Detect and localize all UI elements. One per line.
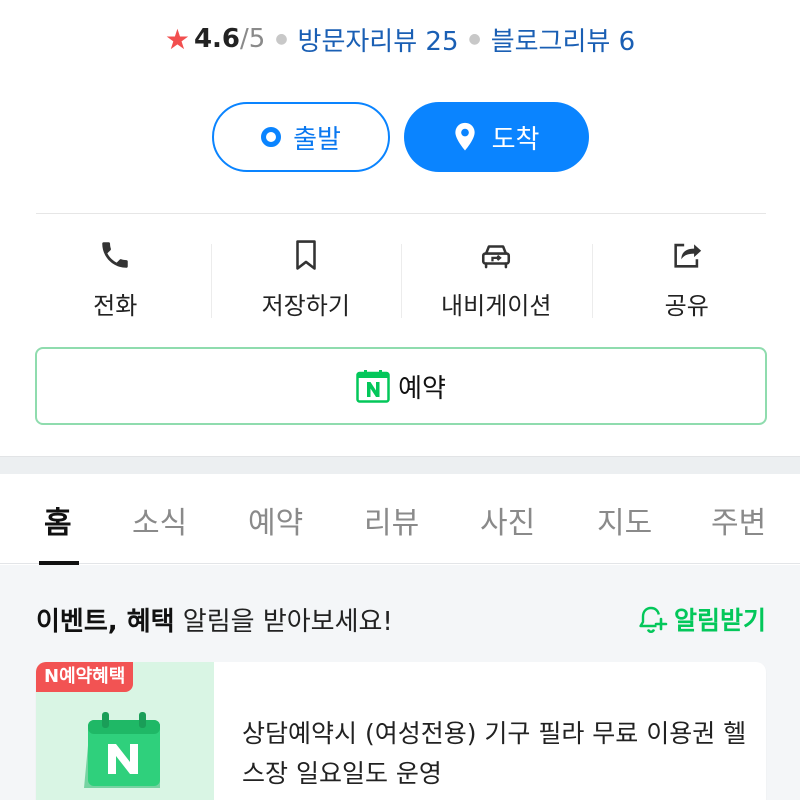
save-label: 저장하기: [261, 292, 350, 320]
start-button-label: 출발: [293, 124, 341, 155]
blog-reviews-link[interactable]: 블로그리뷰 6: [491, 21, 635, 58]
reserve-label: 예약: [398, 373, 446, 404]
navigation-label: 내비게이션: [441, 292, 552, 320]
event-section: 이벤트, 혜택 알림을 받아보세요! 알림받기 N예약혜택 상담예약시 (여성전…: [0, 565, 800, 800]
alert-text: 알림을 받아보세요!: [174, 606, 393, 637]
rating-max: /5: [240, 24, 266, 54]
location-pin-icon: [454, 123, 475, 151]
rating-score: 4.6: [193, 24, 241, 54]
rating-row: ★ 4.6 /5 ● 방문자리뷰 25 ● 블로그리뷰 6: [0, 20, 800, 58]
reserve-button[interactable]: 예약: [35, 347, 767, 425]
tab-nearby[interactable]: 주변: [711, 498, 766, 542]
tab-reservation[interactable]: 예약: [248, 498, 303, 542]
action-bar: 전화 저장하기 내비게이션 공유: [20, 228, 782, 328]
divider: [36, 213, 766, 214]
car-navigation-icon: [482, 245, 511, 269]
save-button[interactable]: 저장하기: [210, 228, 402, 328]
call-button[interactable]: 전화: [20, 228, 211, 328]
arrive-button-label: 도착: [491, 124, 540, 155]
tab-photos[interactable]: 사진: [480, 498, 535, 542]
share-icon: [674, 243, 701, 268]
event-description: 상담예약시 (여성전용) 기구 필라 무료 이용권 헬스장 일요일도 운영: [242, 719, 747, 788]
event-badge: N예약혜택: [36, 662, 134, 692]
share-button[interactable]: 공유: [591, 228, 783, 328]
separator-dot: ●: [468, 31, 481, 47]
naver-calendar-icon: [356, 370, 390, 403]
star-icon: ★: [164, 22, 190, 56]
bell-plus-icon: [639, 606, 668, 634]
tab-map[interactable]: 지도: [597, 498, 652, 542]
origin-circle-icon: [261, 127, 282, 147]
tab-home[interactable]: 홈: [44, 498, 72, 542]
alert-row: 이벤트, 혜택 알림을 받아보세요! 알림받기: [36, 601, 766, 637]
tab-reviews[interactable]: 리뷰: [364, 498, 419, 542]
place-title-clip: [0, 0, 800, 12]
share-label: 공유: [664, 292, 709, 320]
tab-news[interactable]: 소식: [132, 498, 187, 542]
event-card[interactable]: N예약혜택 상담예약시 (여성전용) 기구 필라 무료 이용권 헬스장 일요일도…: [36, 662, 766, 800]
phone-icon: [102, 242, 128, 268]
separator-dot: ●: [275, 31, 288, 47]
bookmark-icon: [295, 240, 316, 270]
subscribe-alert-button[interactable]: 알림받기: [636, 601, 766, 637]
call-label: 전화: [93, 292, 138, 320]
visitor-reviews-link[interactable]: 방문자리뷰 25: [298, 21, 459, 58]
tab-bar: 홈 소식 예약 리뷰 사진 지도 주변: [0, 474, 800, 565]
subscribe-alert-label: 알림받기: [673, 606, 766, 635]
navigation-button[interactable]: 내비게이션: [401, 228, 592, 328]
event-thumbnail: N예약혜택: [36, 662, 214, 800]
alert-message: 이벤트, 혜택 알림을 받아보세요!: [36, 601, 393, 638]
alert-bold-text: 이벤트, 혜택: [36, 606, 175, 637]
start-button[interactable]: 출발: [212, 102, 390, 172]
naver-calendar-icon: [84, 712, 160, 788]
arrive-button[interactable]: 도착: [404, 102, 589, 172]
section-separator: [0, 456, 800, 474]
